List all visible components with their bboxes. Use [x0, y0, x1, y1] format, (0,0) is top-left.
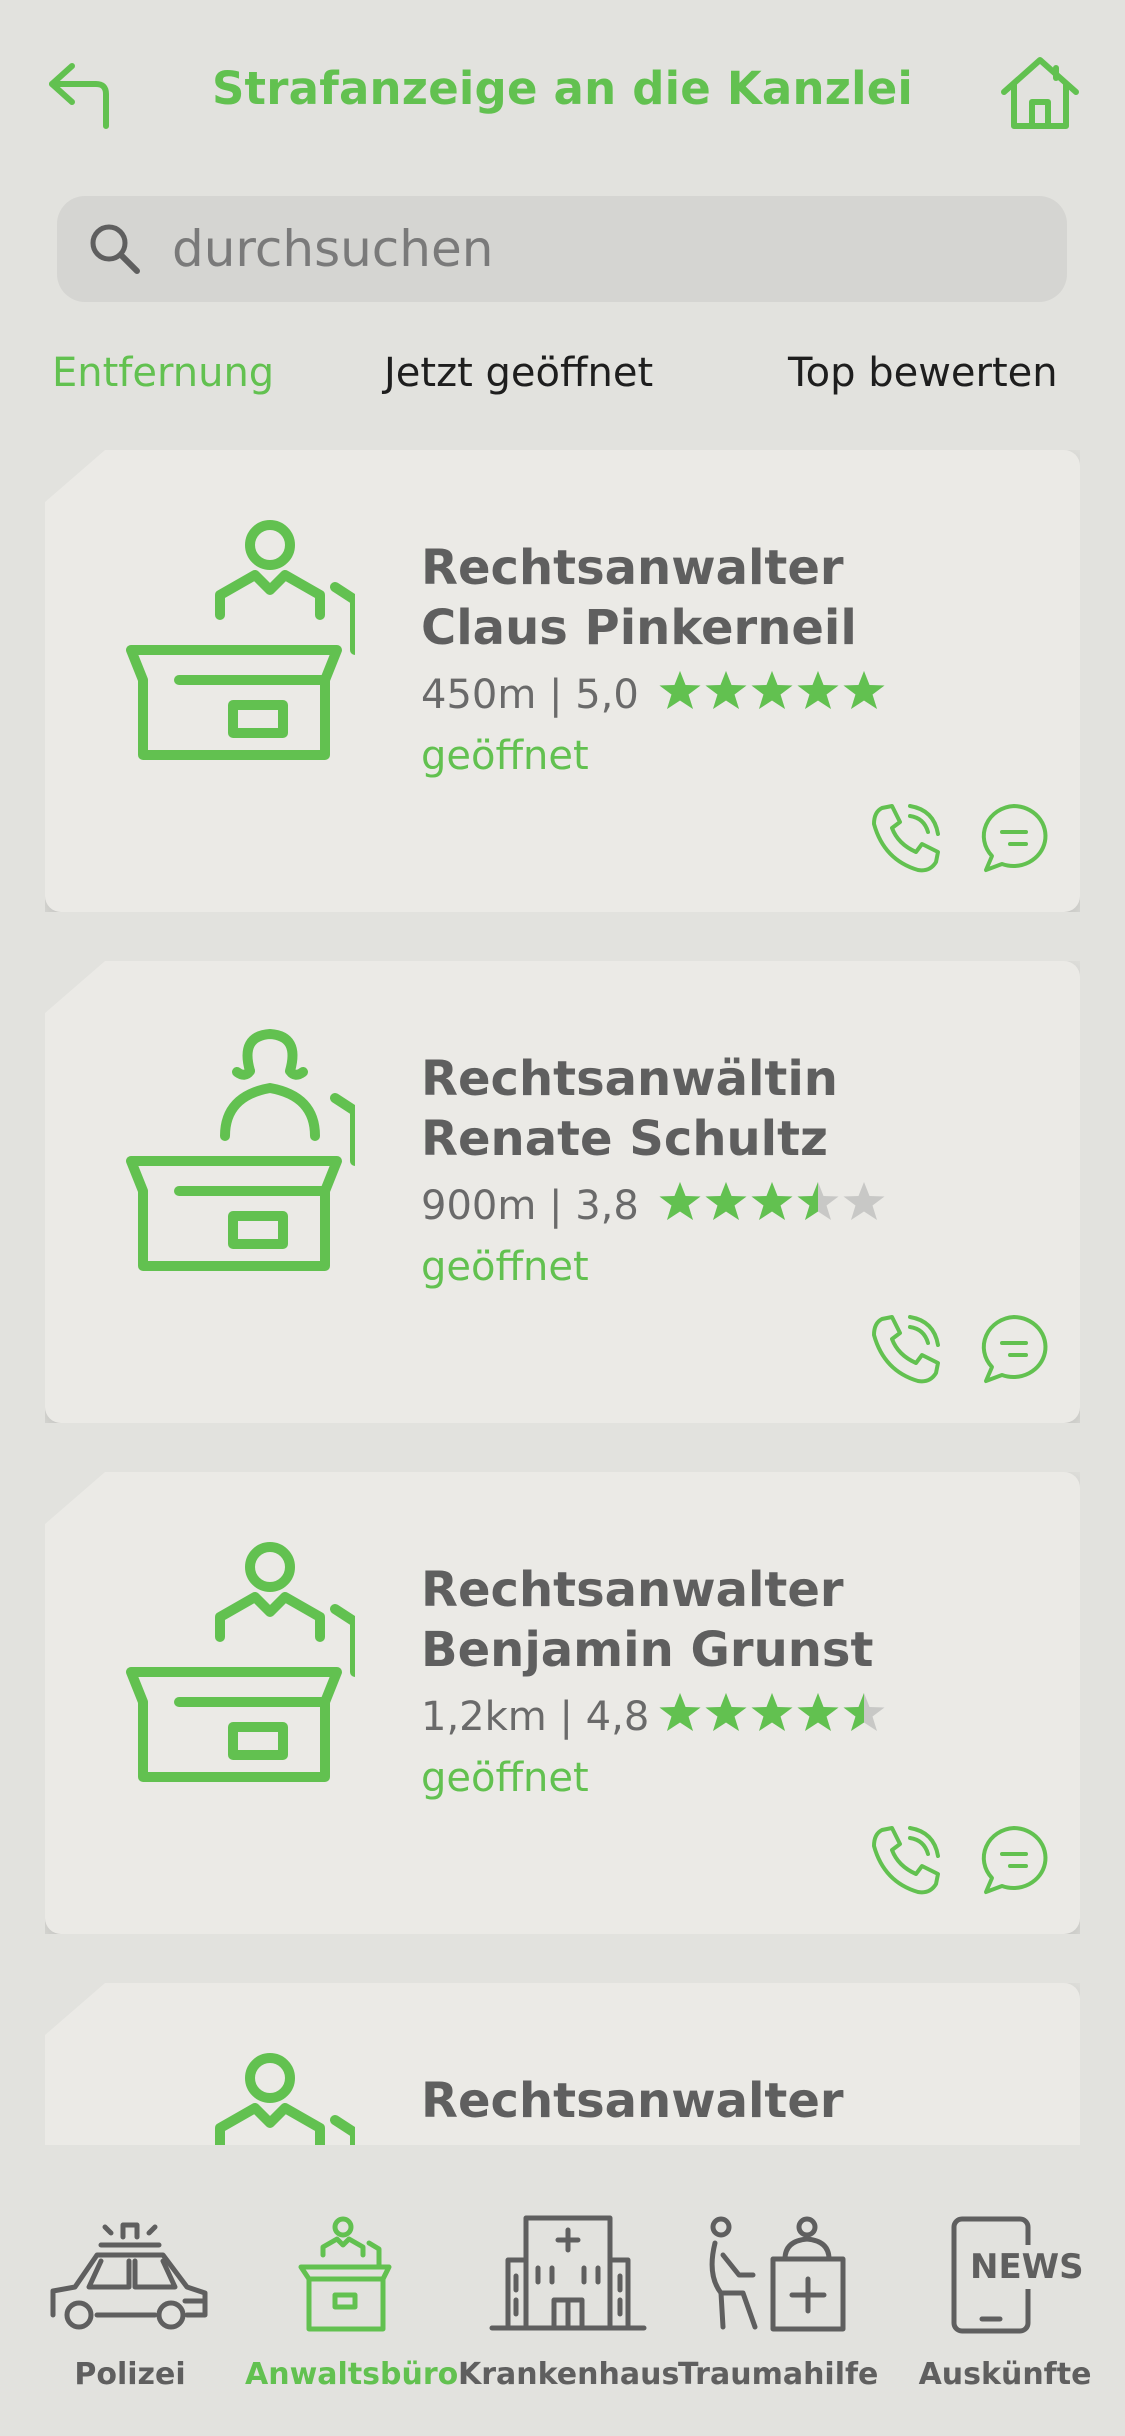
tab-label: Auskünfte — [918, 2357, 1092, 2392]
chat-button[interactable] — [978, 1313, 1050, 1385]
call-button[interactable] — [870, 802, 942, 874]
chat-button[interactable] — [978, 802, 1050, 874]
result-card[interactable]: Rechtsanwältin Renate Schultz 900m | 3,8… — [45, 961, 1080, 1423]
star-icon — [705, 671, 747, 709]
chat-icon — [981, 804, 1048, 872]
rating-stars — [657, 1690, 887, 1740]
star-icon — [797, 1693, 839, 1731]
call-button[interactable] — [870, 1313, 942, 1385]
filter-tabs: Entfernung Jetzt geöffnet Top bewerten — [0, 350, 1125, 410]
card-meta: 1,2km | 4,8 — [421, 1694, 650, 1740]
call-button[interactable] — [870, 1824, 942, 1896]
tab-label: Krankenhaus — [458, 2357, 680, 2392]
star-icon — [751, 1693, 793, 1731]
lawyer-male-icon — [126, 1542, 355, 1782]
chat-icon — [981, 1315, 1048, 1383]
search-input[interactable] — [172, 214, 1032, 284]
tab-label: Polizei — [74, 2357, 186, 2392]
star-icon — [659, 1693, 701, 1731]
bottom-tab-bar: Polizei Anwaltsbüro Krankenhaus Traumahi… — [0, 2145, 1125, 2436]
filter-distance[interactable]: Entfernung — [52, 350, 274, 396]
home-icon — [1001, 57, 1079, 129]
filter-top-rated[interactable]: Top bewerten — [788, 350, 1058, 396]
phone-icon — [872, 1826, 940, 1895]
tab-lawyer-office[interactable]: Anwaltsbüro — [245, 2145, 459, 2436]
result-card[interactable]: Rechtsanwalter Benjamin Grunst 1,2km | 4… — [45, 1472, 1080, 1934]
phone-icon — [872, 804, 940, 873]
star-icon — [705, 1182, 747, 1220]
star-icon — [659, 671, 701, 709]
star-icon — [751, 671, 793, 709]
chat-button[interactable] — [978, 1824, 1050, 1896]
search-bar[interactable] — [57, 196, 1067, 302]
tab-label: Anwaltsbüro — [245, 2357, 459, 2392]
header: Strafanzeige an die Kanzlei — [0, 0, 1125, 180]
status-badge: geöffnet — [421, 733, 589, 779]
lawyer-desk-icon — [298, 2216, 392, 2332]
search-icon — [90, 224, 140, 274]
star-icon — [843, 1182, 885, 1220]
lawyer-male-icon — [126, 520, 355, 760]
tab-trauma-help[interactable]: Traumahilfe — [678, 2145, 878, 2436]
tab-hospital[interactable]: Krankenhaus — [458, 2145, 680, 2436]
star-icon — [843, 1693, 885, 1731]
home-button[interactable] — [998, 52, 1082, 136]
tab-label: Traumahilfe — [678, 2357, 879, 2392]
card-meta: 450m | 5,0 — [421, 672, 639, 718]
star-icon — [659, 1182, 701, 1220]
rating-stars — [657, 1179, 887, 1229]
card-title: Rechtsanwalter Claus Pinkerneil — [421, 540, 857, 656]
status-badge: geöffnet — [421, 1244, 589, 1290]
news-text: NEWS — [970, 2247, 1084, 2287]
lawyer-female-icon — [126, 1029, 355, 1271]
rating-stars — [657, 668, 887, 718]
tab-info-news[interactable]: NEWS Auskünfte — [900, 2145, 1110, 2436]
star-icon — [705, 1693, 747, 1731]
star-icon — [797, 1182, 839, 1220]
card-title: Rechtsanwalter Benjamin Grunst — [421, 1562, 874, 1678]
tab-police[interactable]: Polizei — [20, 2145, 240, 2436]
star-icon — [797, 671, 839, 709]
star-icon — [843, 671, 885, 709]
status-badge: geöffnet — [421, 1755, 589, 1801]
result-card[interactable]: Rechtsanwalter Claus Pinkerneil 450m | 5… — [45, 450, 1080, 912]
card-meta: 900m | 3,8 — [421, 1183, 639, 1229]
phone-icon — [872, 1315, 940, 1384]
star-icon — [751, 1182, 793, 1220]
card-title: Rechtsanwältin Renate Schultz — [421, 1051, 838, 1167]
hospital-icon — [489, 2215, 647, 2331]
card-title: Rechtsanwalter — [421, 2073, 844, 2129]
filter-open-now[interactable]: Jetzt geöffnet — [384, 350, 653, 396]
chat-icon — [981, 1826, 1048, 1894]
page-title: Strafanzeige an die Kanzlei — [211, 62, 914, 115]
trauma-help-icon — [709, 2216, 846, 2332]
police-car-icon — [50, 2222, 208, 2330]
